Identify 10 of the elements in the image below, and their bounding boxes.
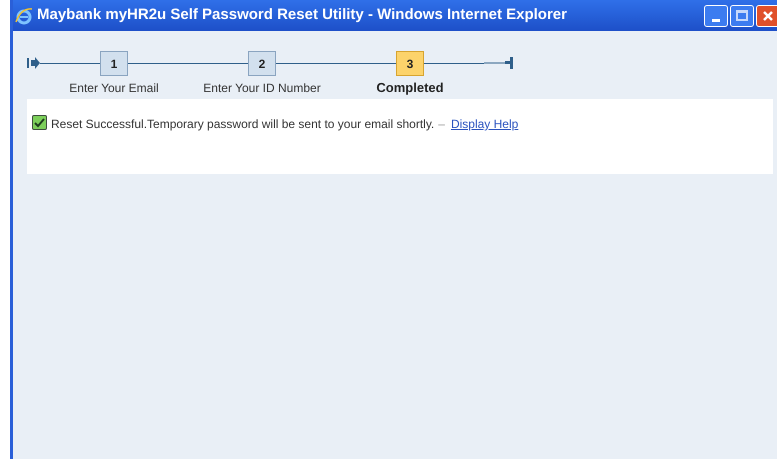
status-message: Reset Successful.Temporary password will be sent to your email shortly.	[51, 116, 434, 133]
separator: –	[438, 116, 445, 133]
window-title: Maybank myHR2u Self Password Reset Utility - Windows Internet Explorer	[37, 5, 567, 26]
step-label: Enter Your Email	[69, 80, 159, 97]
display-help-link[interactable]: Display Help	[450, 115, 518, 133]
step-number: 2	[248, 51, 276, 76]
step-label: Enter Your ID Number	[203, 80, 321, 97]
step-number: 1	[100, 51, 128, 76]
step-label: Completed	[376, 79, 444, 97]
step-number: 3	[396, 51, 424, 76]
